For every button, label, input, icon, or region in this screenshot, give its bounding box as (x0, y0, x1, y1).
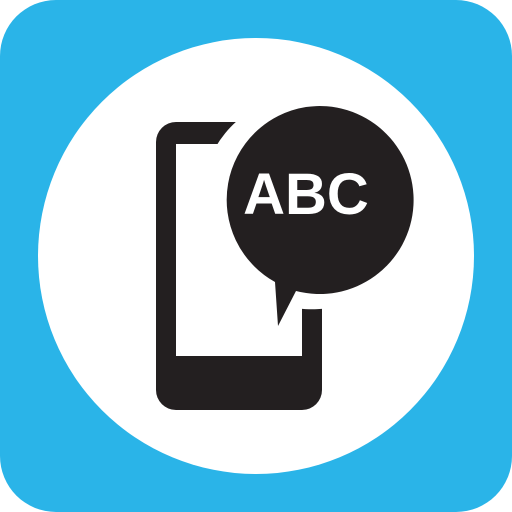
app-icon-graphic: ABC (0, 0, 512, 512)
app-icon: ABC (0, 0, 512, 512)
speech-bubble-text: ABC (243, 162, 369, 227)
